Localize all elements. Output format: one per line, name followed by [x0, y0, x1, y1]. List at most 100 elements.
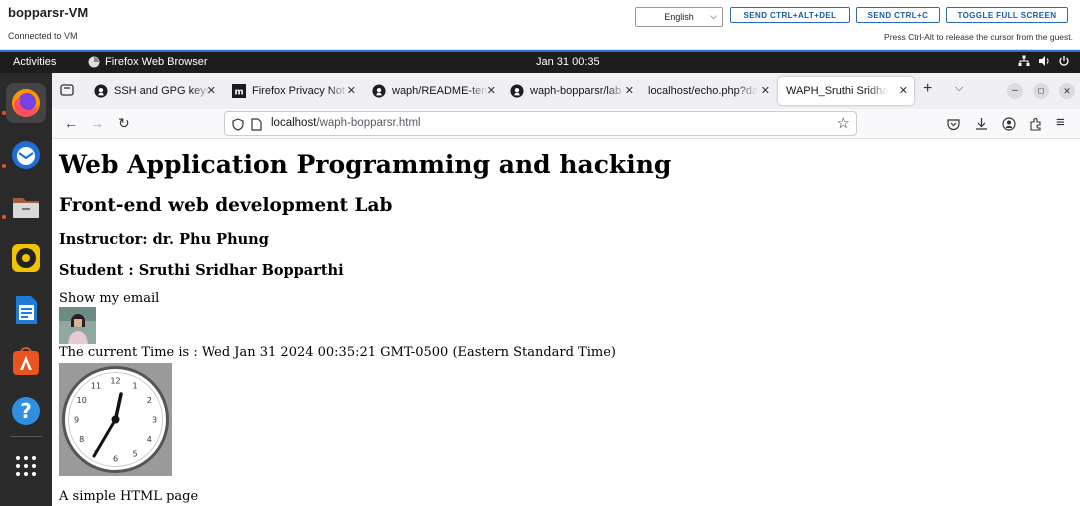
forward-button[interactable]: → — [90, 115, 104, 131]
close-tab-icon[interactable]: ✕ — [625, 84, 634, 97]
close-window-button[interactable]: ✕ — [1059, 83, 1075, 99]
clock-number: 9 — [74, 416, 79, 425]
power-icon — [1059, 56, 1069, 66]
list-all-tabs-button[interactable]: ⌵ — [955, 82, 963, 95]
mdn-icon: m — [232, 84, 246, 98]
tab-waph-readme[interactable]: waph/README-ten ✕ — [364, 77, 502, 105]
account-icon[interactable] — [1002, 117, 1016, 131]
student-heading: Student : Sruthi Sridhar Bopparthi — [59, 262, 344, 279]
clock-number: 1 — [132, 382, 137, 391]
clock-number: 12 — [110, 377, 120, 386]
tab-title: SSH and GPG keys — [114, 85, 212, 97]
close-tab-icon[interactable]: ✕ — [487, 84, 496, 97]
pocket-icon[interactable] — [947, 118, 960, 131]
dock: ? — [0, 73, 52, 506]
tab-title: waph-bopparsr/lab — [530, 85, 622, 97]
current-time-text: The current Time is : Wed Jan 31 2024 00… — [59, 345, 616, 360]
clock-number: 4 — [147, 435, 152, 444]
tab-waph-bopparsr-lab[interactable]: waph-bopparsr/lab ✕ — [502, 77, 640, 105]
network-icon — [1018, 55, 1030, 66]
firefox-small-icon — [88, 56, 100, 68]
app-center-icon[interactable] — [6, 341, 46, 381]
close-tab-icon[interactable]: ✕ — [899, 84, 908, 97]
vm-title: bopparsr-VM — [8, 5, 89, 20]
restore-button[interactable]: ◻ — [1033, 83, 1049, 99]
show-email-link[interactable]: Show my email — [59, 291, 159, 306]
clock-number: 2 — [147, 396, 152, 405]
url-host: localhost — [271, 117, 317, 129]
shield-icon — [232, 118, 244, 131]
close-tab-icon[interactable]: ✕ — [347, 84, 356, 97]
url-text: localhost/waph-bopparsr.html — [271, 117, 421, 129]
firefox-view-icon[interactable] — [60, 83, 74, 102]
volume-icon — [1039, 56, 1049, 66]
svg-text:m: m — [234, 88, 243, 98]
lab-heading: Front-end web development Lab — [59, 195, 393, 216]
vm-status: Connected to VM — [8, 31, 78, 41]
url-bar[interactable]: localhost/waph-bopparsr.html ☆ — [224, 111, 857, 136]
github-icon — [94, 84, 108, 98]
firefox-icon[interactable] — [6, 83, 46, 123]
tab-title: WAPH_Sruthi Sridhar — [786, 85, 888, 97]
github-icon — [372, 84, 386, 98]
clock-number: 6 — [113, 455, 118, 464]
tab-echo-php[interactable]: localhost/echo.php?da ✕ — [640, 77, 776, 105]
url-path: /waph-bopparsr.html — [316, 117, 421, 129]
gnome-top-bar: Activities Firefox Web Browser Jan 31 00… — [0, 52, 1080, 73]
dock-separator — [10, 436, 42, 437]
language-value: English — [664, 12, 694, 22]
extensions-icon[interactable] — [1029, 117, 1043, 131]
activities-button[interactable]: Activities — [13, 56, 56, 68]
show-apps-icon[interactable] — [6, 446, 46, 486]
profile-photo — [59, 307, 96, 344]
rhythmbox-icon[interactable] — [6, 238, 46, 278]
instructor-heading: Instructor: dr. Phu Phung — [59, 231, 269, 248]
app-menu[interactable]: Firefox Web Browser — [88, 56, 208, 68]
page-heading: Web Application Programming and hacking — [59, 150, 672, 179]
clock-number: 11 — [91, 382, 101, 391]
close-tab-icon[interactable]: ✕ — [761, 84, 770, 97]
help-icon[interactable]: ? — [6, 391, 46, 431]
send-ctrl-c-button[interactable]: SEND CTRL+C — [856, 7, 940, 23]
tab-title: localhost/echo.php?da — [648, 85, 758, 97]
clock[interactable]: Jan 31 00:35 — [536, 56, 600, 68]
writer-icon[interactable] — [6, 290, 46, 330]
close-tab-icon[interactable]: ✕ — [207, 84, 216, 97]
toggle-fullscreen-button[interactable]: TOGGLE FULL SCREEN — [946, 7, 1068, 23]
minimize-button[interactable]: – — [1007, 83, 1023, 99]
thunderbird-icon[interactable] — [6, 135, 46, 175]
firefox-window: SSH and GPG keys ✕ m Firefox Privacy Not… — [52, 73, 1080, 506]
page-content: Web Application Programming and hacking … — [52, 139, 1080, 506]
bookmark-star-icon[interactable]: ☆ — [837, 114, 850, 132]
svg-text:?: ? — [20, 399, 32, 423]
chevron-down-icon: ⌵ — [710, 11, 717, 21]
app-name: Firefox Web Browser — [105, 56, 208, 68]
tab-waph-sruthi[interactable]: WAPH_Sruthi Sridhar ✕ — [778, 77, 914, 105]
tab-firefox-privacy[interactable]: m Firefox Privacy Not ✕ — [224, 77, 362, 105]
tab-title: Firefox Privacy Not — [252, 85, 345, 97]
send-ctrl-alt-del-button[interactable]: SEND CTRL+ALT+DEL — [730, 7, 850, 23]
github-icon — [510, 84, 524, 98]
page-icon — [251, 118, 262, 131]
clock-number: 10 — [77, 396, 87, 405]
vm-console-bar: bopparsr-VM Connected to VM English ⌵ SE… — [0, 0, 1080, 50]
hamburger-menu-icon[interactable]: ≡ — [1056, 114, 1065, 131]
language-select[interactable]: English ⌵ — [635, 7, 723, 27]
tab-strip: SSH and GPG keys ✕ m Firefox Privacy Not… — [52, 73, 1080, 109]
simple-page-text: A simple HTML page — [59, 489, 199, 504]
downloads-icon[interactable] — [975, 117, 988, 131]
navigation-toolbar: ← → ↻ localhost/waph-bopparsr.html ☆ ≡ — [52, 109, 1080, 139]
new-tab-button[interactable]: + — [923, 80, 932, 98]
tab-title: waph/README-ten — [392, 85, 488, 97]
tab-ssh-gpg-keys[interactable]: SSH and GPG keys ✕ — [86, 77, 222, 105]
analog-clock: 121234567891011 — [59, 363, 172, 476]
reload-button[interactable]: ↻ — [118, 115, 130, 132]
clock-number: 3 — [152, 416, 157, 425]
back-button[interactable]: ← — [64, 115, 78, 131]
guest-screen[interactable]: Activities Firefox Web Browser Jan 31 00… — [0, 50, 1080, 506]
clock-number: 8 — [79, 435, 84, 444]
clock-number: 5 — [132, 449, 137, 458]
release-cursor-hint: Press Ctrl-Alt to release the cursor fro… — [884, 32, 1073, 42]
system-tray[interactable] — [1018, 55, 1070, 67]
files-icon[interactable] — [6, 187, 46, 227]
